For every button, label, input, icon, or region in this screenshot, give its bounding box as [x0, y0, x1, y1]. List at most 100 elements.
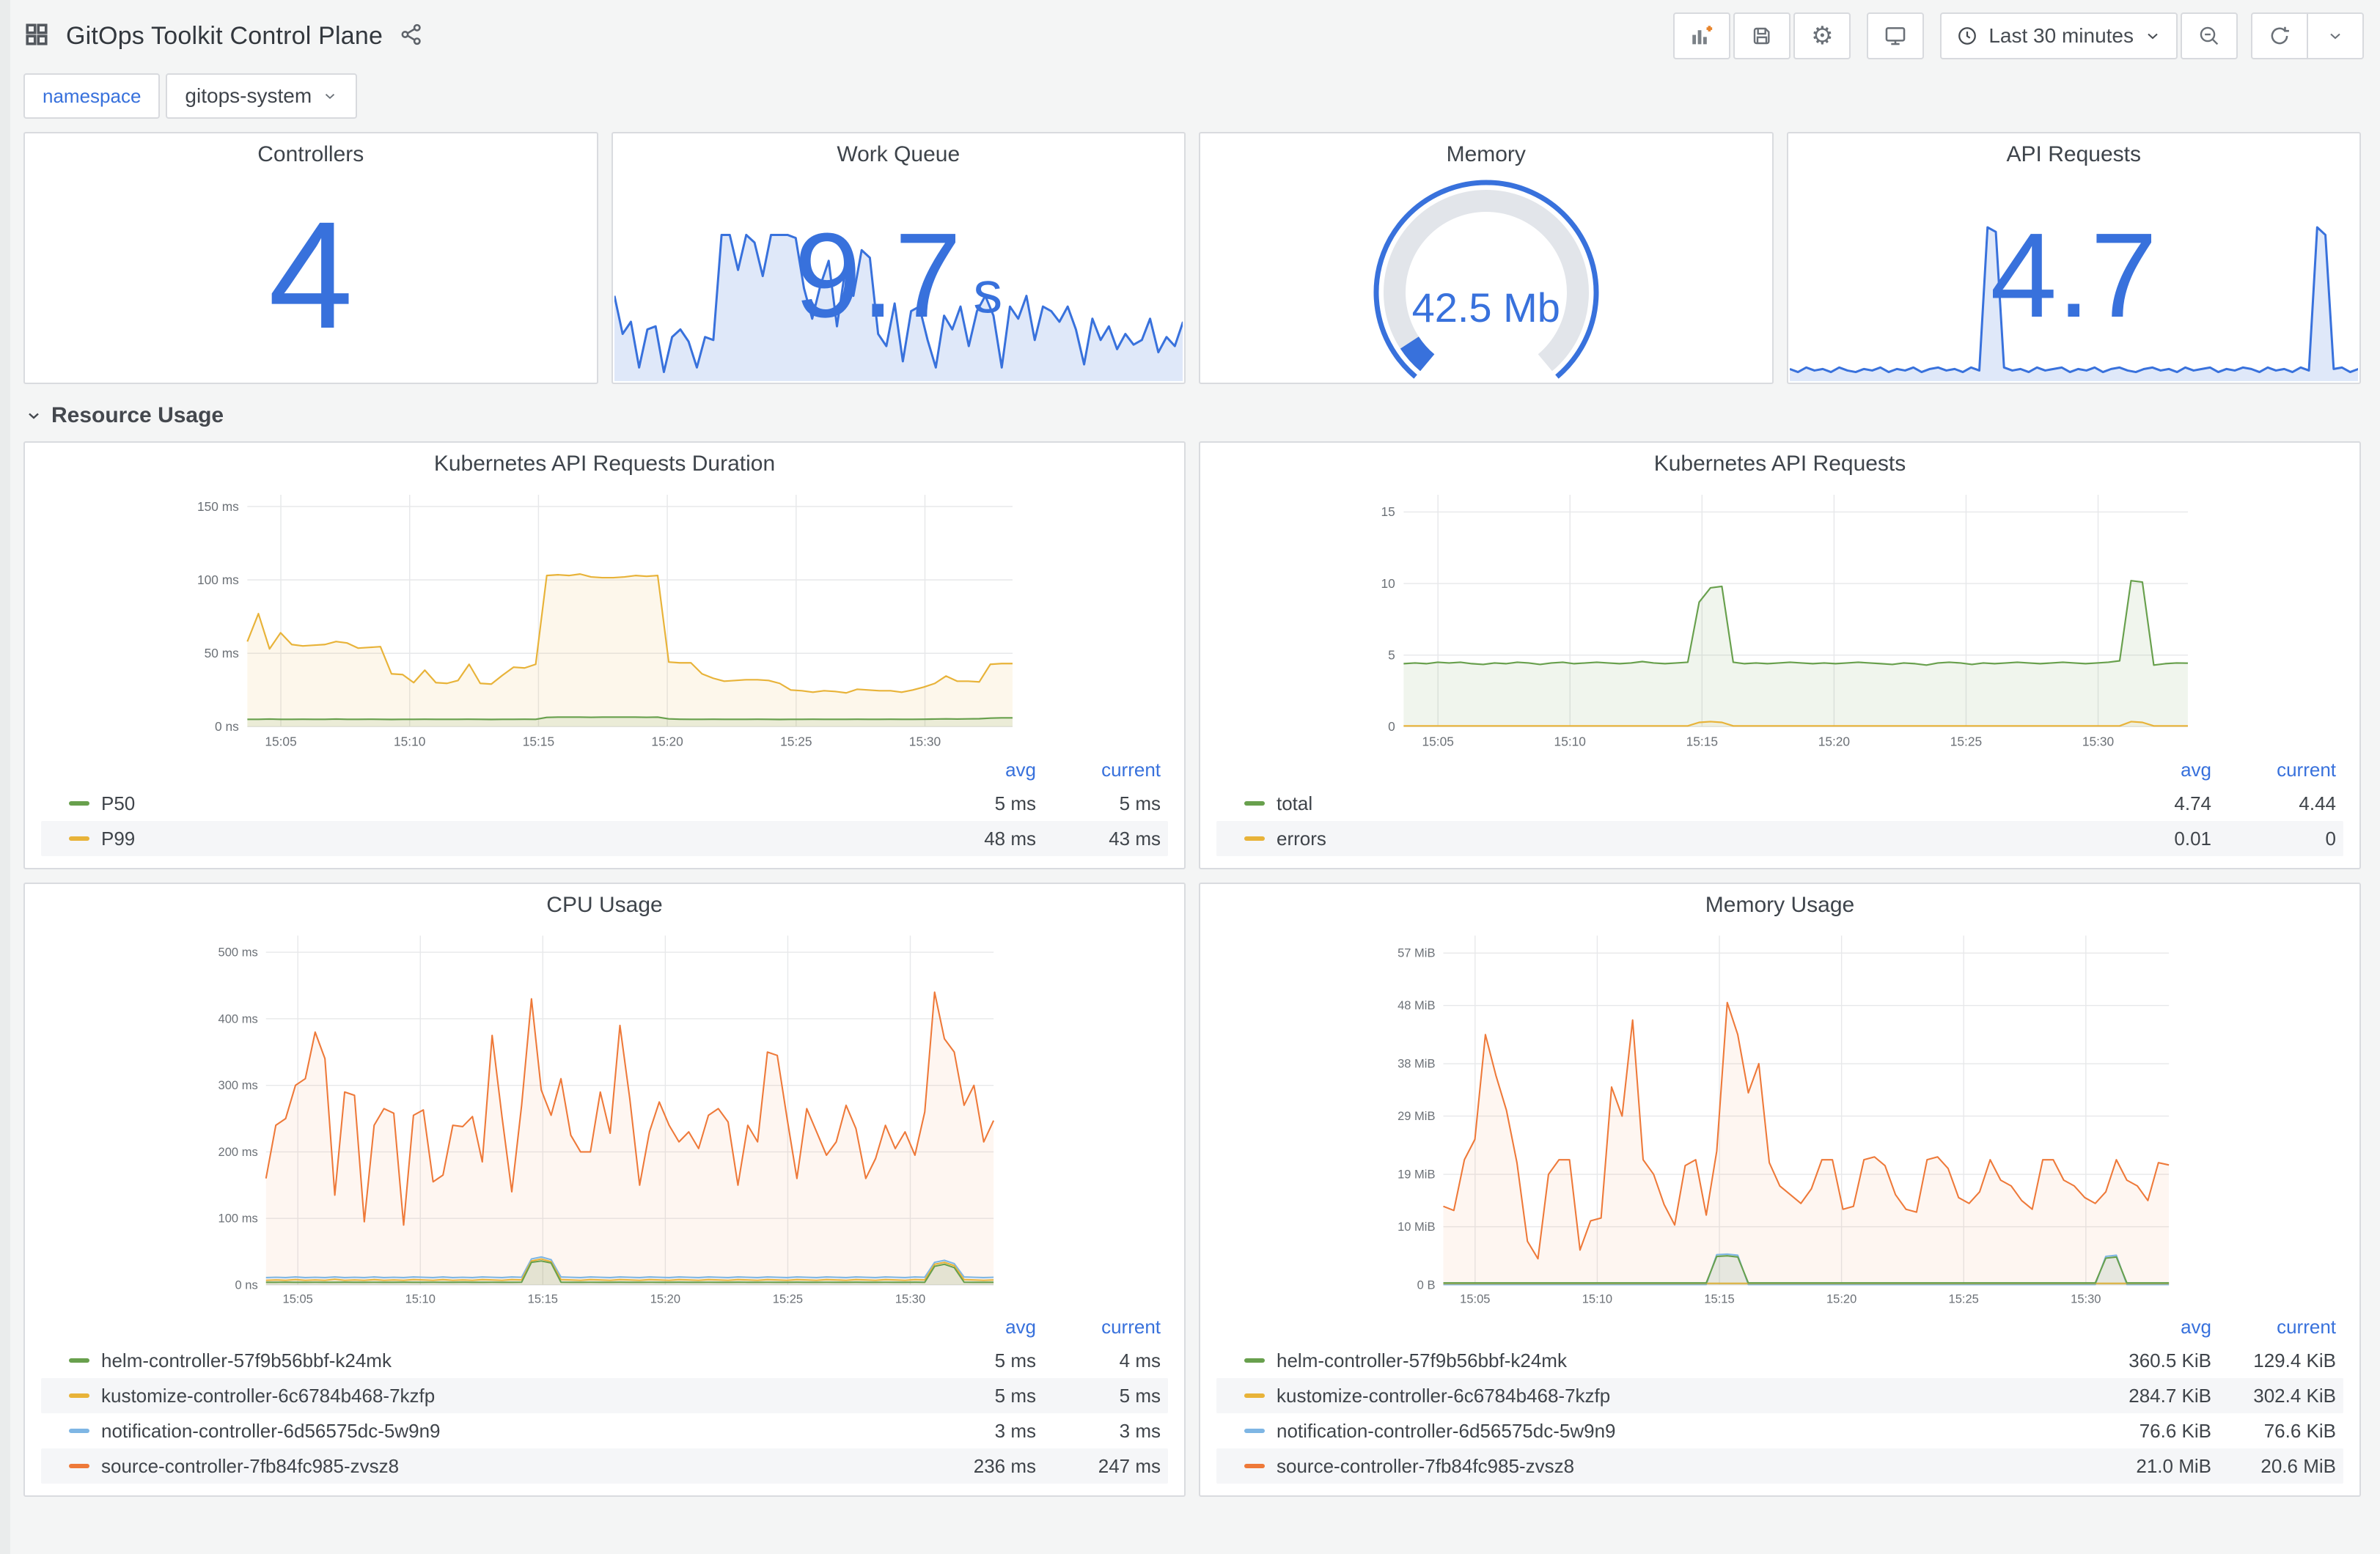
svg-text:100 ms: 100 ms	[197, 572, 239, 587]
svg-text:15:10: 15:10	[405, 1292, 436, 1306]
save-dashboard-button[interactable]	[1733, 12, 1791, 59]
legend-sort-current[interactable]: current	[1036, 759, 1161, 781]
series-avg-value: 48 ms	[984, 827, 1036, 850]
panel-title[interactable]: Memory Usage	[1200, 884, 2359, 927]
svg-text:15:10: 15:10	[1554, 734, 1586, 748]
svg-text:0 ns: 0 ns	[235, 1278, 258, 1292]
series-current-value: 247 ms	[1098, 1454, 1161, 1477]
series-avg-value: 5 ms	[994, 1349, 1036, 1371]
svg-text:0 ns: 0 ns	[215, 719, 239, 734]
legend-sort-avg[interactable]: avg	[2087, 759, 2211, 781]
gauge-value: 42.5 Mb	[1411, 284, 1560, 331]
svg-text:15:15: 15:15	[523, 734, 554, 748]
namespace-variable-select[interactable]: gitops-system	[166, 73, 358, 119]
timeseries-chart: 15:05 15:10 15:15 15:20 15:25 15:30 0 B 10 MiB 1…	[1397, 935, 2170, 1306]
svg-text:15:30: 15:30	[2082, 734, 2114, 748]
series-color-swatch	[1244, 1429, 1265, 1433]
legend-sort-current[interactable]: current	[2211, 1316, 2336, 1338]
chevron-down-icon	[29, 413, 39, 419]
panel-title[interactable]: Work Queue	[613, 133, 1185, 176]
refresh-button[interactable]	[2252, 14, 2307, 58]
legend-row[interactable]: source-controller-7fb84fc985-zvsz8 21.0 M…	[1216, 1448, 2343, 1484]
chart-row-2: CPU Usage 15:05 15:10 15:15 15:20 15:25 15:30…	[16, 883, 2368, 1497]
panel-cpu-usage: CPU Usage 15:05 15:10 15:15 15:20 15:25 15:30…	[23, 883, 1186, 1497]
series-current-value: 20.6 MiB	[2260, 1454, 2336, 1477]
series-color-swatch	[1244, 801, 1265, 806]
legend-row[interactable]: P99 48 ms 43 ms	[41, 821, 1168, 856]
dashboard-page: GitOps Toolkit Control Plane ⚙ Last 30 m…	[0, 0, 2380, 1497]
legend-sort-avg[interactable]: avg	[2087, 1316, 2211, 1338]
legend-row[interactable]: total 4.74 4.44	[1216, 786, 2343, 821]
series-avg-value: 5 ms	[994, 1384, 1036, 1407]
legend-sort-avg[interactable]: avg	[911, 759, 1036, 781]
add-panel-button[interactable]	[1673, 12, 1731, 59]
legend-row[interactable]: kustomize-controller-6c6784b468-7kzfp 284…	[1216, 1378, 2343, 1413]
panel-title[interactable]: Memory	[1200, 133, 1772, 176]
legend-row[interactable]: source-controller-7fb84fc985-zvsz8 236 ms…	[41, 1448, 1168, 1484]
legend-sort-current[interactable]: current	[2211, 759, 2336, 781]
series-current-value: 302.4 KiB	[2253, 1384, 2336, 1407]
legend-sort-current[interactable]: current	[1036, 1316, 1161, 1338]
legend-row[interactable]: helm-controller-57f9b56bbf-k24mk 360.5 Ki…	[1216, 1343, 2343, 1378]
legend-row[interactable]: helm-controller-57f9b56bbf-k24mk 5 ms 4 ms	[41, 1343, 1168, 1378]
svg-text:15:20: 15:20	[650, 1292, 680, 1306]
svg-text:15:05: 15:05	[283, 1292, 313, 1306]
section-resource-usage[interactable]: Resource Usage	[16, 384, 2368, 441]
sparkline-work-queue	[614, 233, 1183, 381]
panel-title[interactable]: Kubernetes API Requests	[1200, 443, 2359, 485]
refresh-button-group	[2251, 12, 2364, 59]
share-icon[interactable]	[399, 22, 424, 51]
series-avg-value: 0.01	[2174, 827, 2211, 850]
series-color-swatch	[69, 1358, 89, 1363]
series-color-swatch	[1244, 1393, 1265, 1398]
dashboard-settings-button[interactable]: ⚙	[1793, 12, 1851, 59]
legend-row[interactable]: notification-controller-6d56575dc-5w9n9 3…	[41, 1413, 1168, 1448]
svg-text:15:20: 15:20	[1826, 1292, 1856, 1306]
timeseries-chart: 15:05 15:10 15:15 15:20 15:25 15:30 0 ns 100 ms…	[218, 935, 995, 1306]
legend-row[interactable]: notification-controller-6d56575dc-5w9n9 7…	[1216, 1413, 2343, 1448]
svg-text:15:30: 15:30	[895, 1292, 925, 1306]
series-color-swatch	[69, 1429, 89, 1433]
series-avg-value: 3 ms	[994, 1419, 1036, 1442]
panel-k8s-api-requests: Kubernetes API Requests 15:05 15:10 15:15 1…	[1199, 441, 2361, 869]
svg-text:15:10: 15:10	[394, 734, 425, 748]
stat-panel-controllers: Controllers 4	[23, 132, 598, 384]
series-color-swatch	[69, 1464, 89, 1468]
stat-row: Controllers 4 Work Queue 9.7 s Memory 42.…	[16, 132, 2368, 384]
series-current-value: 3 ms	[1119, 1419, 1161, 1442]
legend-row[interactable]: kustomize-controller-6c6784b468-7kzfp 5 m…	[41, 1378, 1168, 1413]
tv-mode-button[interactable]	[1867, 12, 1925, 59]
svg-text:500 ms: 500 ms	[218, 946, 258, 960]
series-current-value: 4 ms	[1119, 1349, 1161, 1371]
legend-row[interactable]: errors 0.01 0	[1216, 821, 2343, 856]
series-name: kustomize-controller-6c6784b468-7kzfp	[101, 1384, 436, 1407]
legend-sort-avg[interactable]: avg	[911, 1316, 1036, 1338]
series-name: P99	[101, 827, 136, 850]
zoom-out-button[interactable]	[2181, 12, 2238, 59]
panel-title[interactable]: Controllers	[25, 133, 597, 176]
legend-row[interactable]: P50 5 ms 5 ms	[41, 786, 1168, 821]
svg-text:57 MiB: 57 MiB	[1397, 946, 1435, 960]
page-title: GitOps Toolkit Control Plane	[66, 21, 383, 50]
svg-text:200 ms: 200 ms	[218, 1145, 258, 1159]
series-current-value: 0	[2325, 827, 2336, 850]
series-name: source-controller-7fb84fc985-zvsz8	[101, 1454, 400, 1477]
svg-text:48 MiB: 48 MiB	[1397, 998, 1435, 1012]
series-avg-value: 5 ms	[994, 792, 1036, 814]
panel-title[interactable]: Kubernetes API Requests Duration	[25, 443, 1184, 485]
series-current-value: 129.4 KiB	[2253, 1349, 2336, 1371]
svg-text:0: 0	[1388, 719, 1395, 734]
chevron-down-icon	[326, 94, 335, 99]
series-name: errors	[1277, 827, 1326, 850]
series-current-value: 76.6 KiB	[2263, 1419, 2336, 1442]
time-range-picker[interactable]: Last 30 minutes	[1940, 12, 2178, 59]
panel-title[interactable]: CPU Usage	[25, 884, 1184, 927]
series-avg-value: 284.7 KiB	[2129, 1384, 2211, 1407]
series-color-swatch	[1244, 836, 1265, 841]
svg-text:150 ms: 150 ms	[197, 499, 239, 514]
series-name: notification-controller-6d56575dc-5w9n9	[101, 1419, 441, 1442]
panel-title[interactable]: API Requests	[1788, 133, 2360, 176]
svg-text:29 MiB: 29 MiB	[1397, 1109, 1435, 1123]
svg-text:10 MiB: 10 MiB	[1397, 1220, 1435, 1234]
refresh-interval-dropdown[interactable]	[2307, 14, 2362, 58]
